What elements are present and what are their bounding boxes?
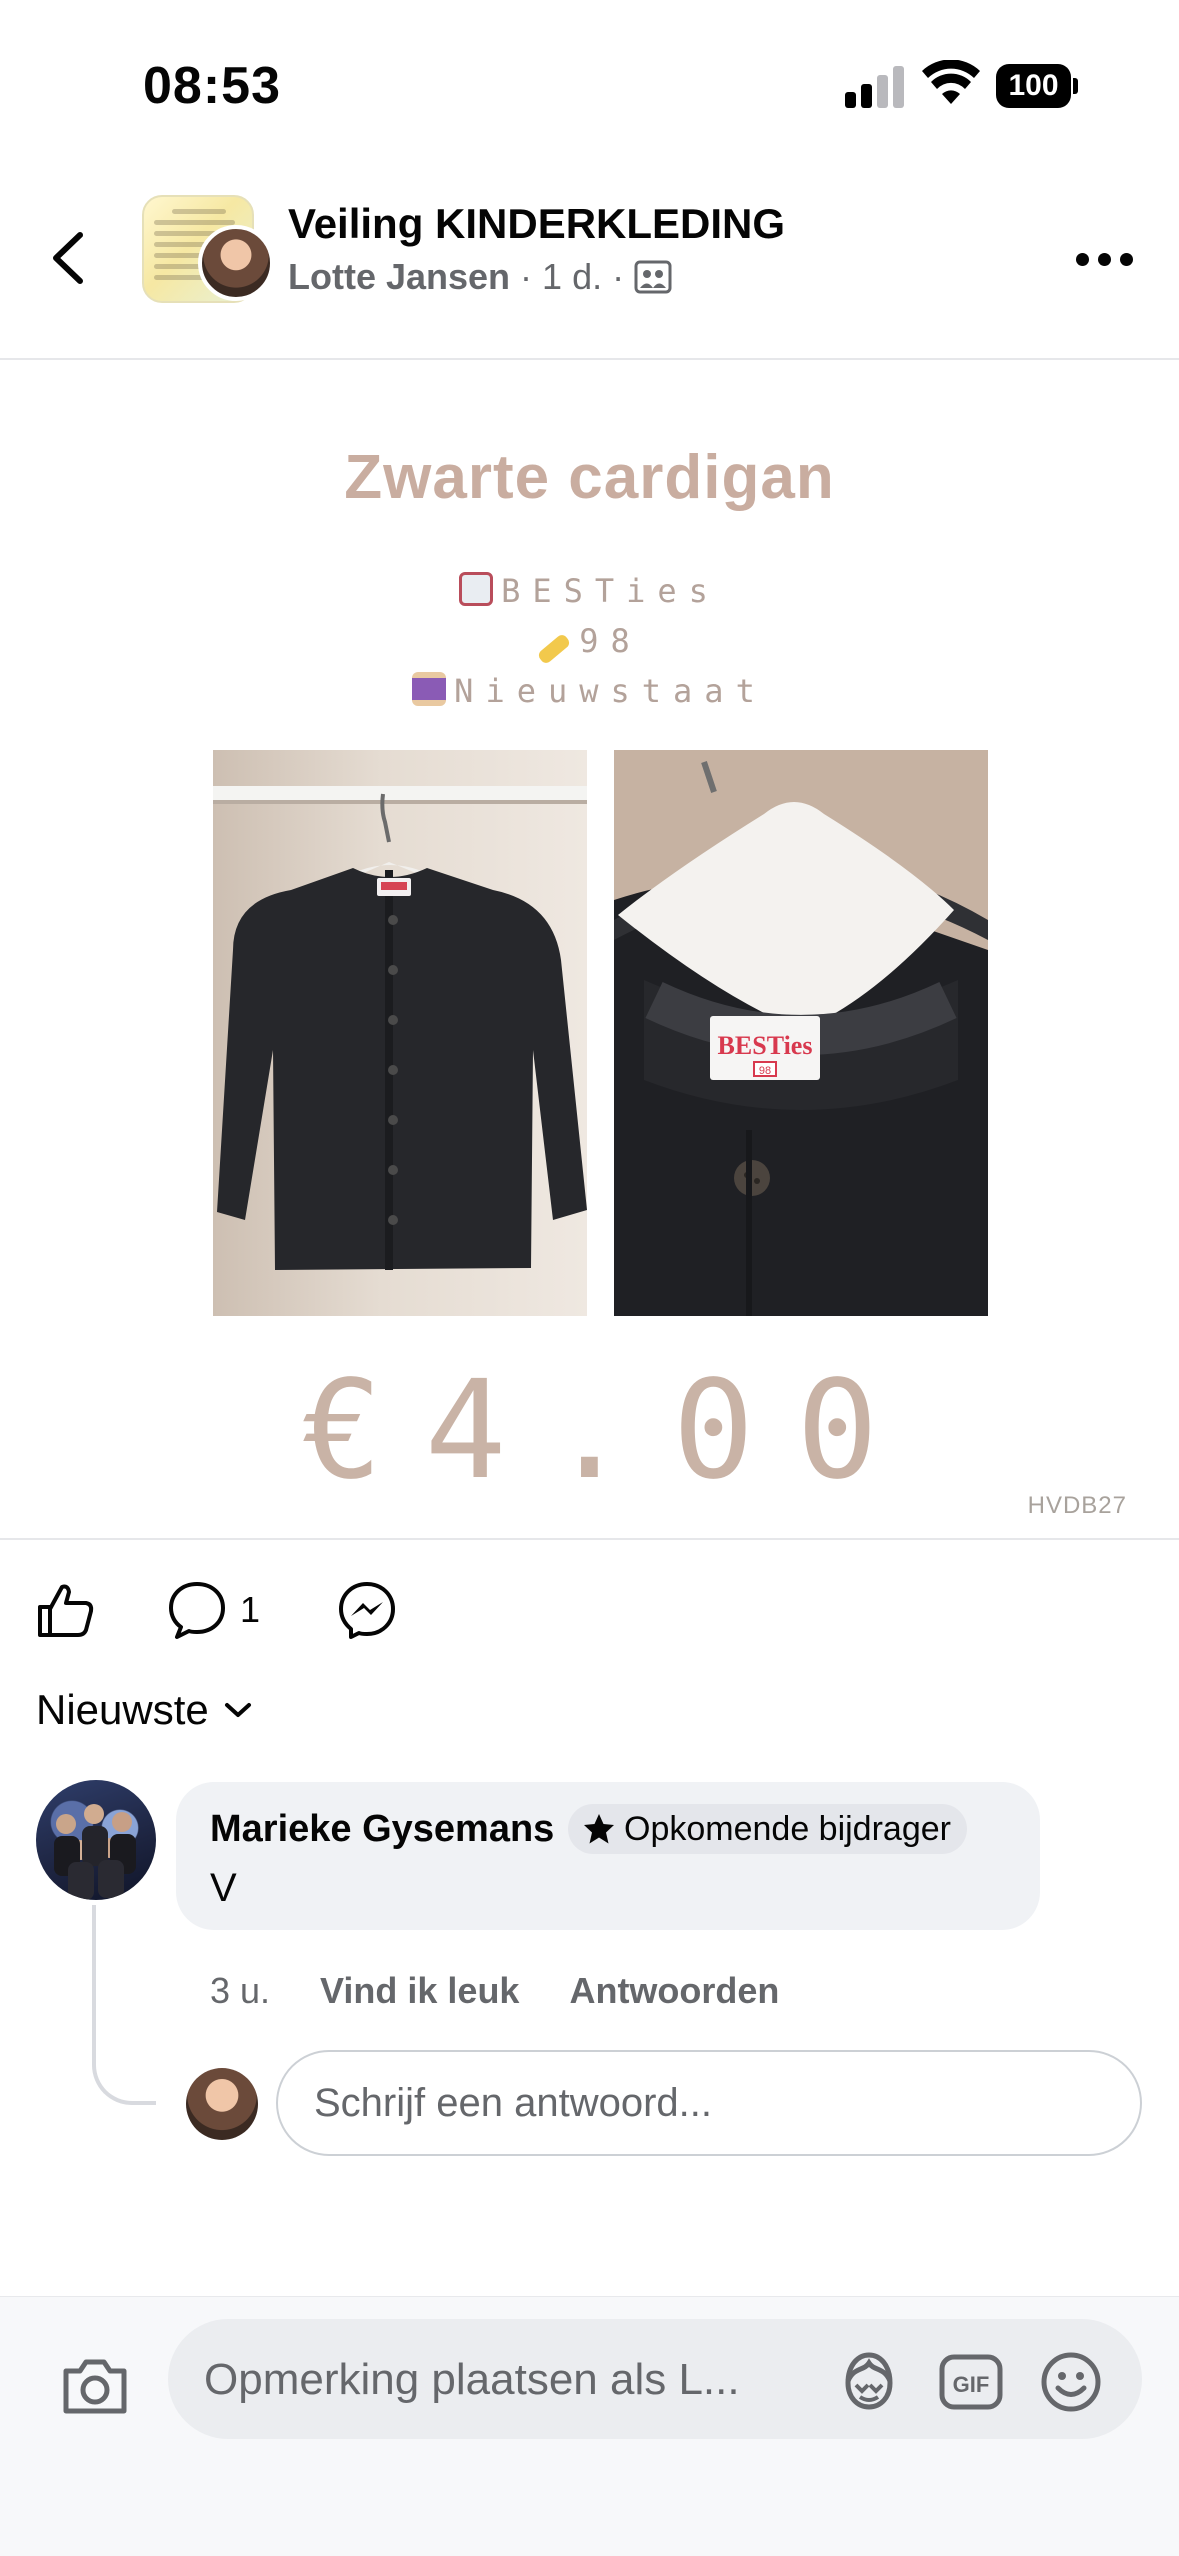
chevron-down-icon xyxy=(224,1703,251,1717)
size-line: 98 xyxy=(0,622,1179,666)
cardigan-label-photo: BESTies 98 xyxy=(614,750,988,1316)
comment-icon xyxy=(169,1582,225,1639)
comment-count: 1 xyxy=(240,1589,261,1630)
like-button[interactable] xyxy=(34,1578,96,1642)
post-image[interactable]: Zwarte cardigan BESTies 98 Nieuwstaat BE… xyxy=(0,362,1179,1538)
svg-text:GIF: GIF xyxy=(953,2372,990,2397)
gif-icon[interactable]: GIF xyxy=(936,2347,1006,2417)
product-title: Zwarte cardigan xyxy=(344,443,835,512)
back-arrow-icon[interactable] xyxy=(40,223,100,293)
star-icon xyxy=(584,1814,614,1844)
meta-separator: · xyxy=(520,256,533,297)
wifi-icon xyxy=(922,60,980,104)
camera-icon[interactable] xyxy=(58,2349,132,2423)
post-meta: Lotte Jansen · 1 d. · xyxy=(288,256,672,298)
brand-text: BESTies xyxy=(501,572,720,610)
status-bar: 08:53 100 xyxy=(0,0,1179,160)
meta-separator: · xyxy=(612,256,625,297)
size-text: 98 xyxy=(579,622,642,660)
like-icon xyxy=(38,1584,94,1637)
emoji-icon[interactable] xyxy=(1036,2347,1106,2417)
author-name[interactable]: Lotte Jansen xyxy=(288,256,510,298)
comment-meta: 3 u. Vind ik leuk Antwoorden xyxy=(210,1970,779,2012)
price: €4.00 xyxy=(300,1352,921,1510)
battery-level: 100 xyxy=(996,64,1071,108)
condition-line: Nieuwstaat xyxy=(0,672,1179,710)
contributor-badge[interactable]: Opkomende bijdrager xyxy=(568,1804,967,1854)
comment-sort-dropdown[interactable]: Nieuwste xyxy=(36,1686,253,1734)
comment-button[interactable]: 1 xyxy=(166,1578,260,1642)
comment-composer: Opmerking plaatsen als L... GIF xyxy=(0,2296,1179,2556)
messenger-icon xyxy=(339,1582,395,1639)
comment-time[interactable]: 3 u. xyxy=(210,1970,270,2012)
my-avatar xyxy=(186,2068,258,2140)
watermark: HVDB27 xyxy=(1027,1492,1127,1519)
comment-input-placeholder: Opmerking plaatsen als L... xyxy=(204,2355,740,2404)
post-header: Veiling KINDERKLEDING Lotte Jansen · 1 d… xyxy=(0,160,1179,360)
author-avatar[interactable] xyxy=(198,225,274,301)
comment-text: V xyxy=(210,1866,237,1910)
thread-spool-icon xyxy=(412,672,447,706)
label-brand-text: BESTies xyxy=(718,1031,813,1060)
label-size-text: 98 xyxy=(759,1065,771,1077)
like-comment-button[interactable]: Vind ik leuk xyxy=(320,1970,519,2012)
battery-icon: 100 xyxy=(996,64,1078,108)
more-icon[interactable] xyxy=(1074,250,1136,270)
reply-thread-line xyxy=(92,1905,156,2105)
comment-bubble[interactable]: Marieke Gysemans Opkomende bijdrager V xyxy=(176,1782,1040,1930)
commenter-avatar[interactable] xyxy=(36,1780,156,1900)
group-title[interactable]: Veiling KINDERKLEDING xyxy=(288,200,785,248)
post-age[interactable]: 1 d. xyxy=(542,256,602,298)
cardigan-front-photo xyxy=(213,750,587,1316)
reply-button[interactable]: Antwoorden xyxy=(569,1970,779,2012)
reply-input[interactable] xyxy=(276,2050,1142,2156)
comment-input[interactable]: Opmerking plaatsen als L... GIF xyxy=(168,2319,1142,2439)
sort-label: Nieuwste xyxy=(36,1686,209,1733)
messenger-share-button[interactable] xyxy=(336,1578,398,1642)
cellular-signal-icon xyxy=(845,66,905,108)
book-icon xyxy=(459,572,494,606)
ruler-icon xyxy=(536,632,572,666)
condition-text: Nieuwstaat xyxy=(454,672,767,710)
badge-label: Opkomende bijdrager xyxy=(624,1809,951,1848)
avatar-sticker-icon[interactable] xyxy=(834,2347,904,2417)
status-time: 08:53 xyxy=(143,57,281,115)
commenter-name[interactable]: Marieke Gysemans xyxy=(210,1808,554,1851)
group-icon xyxy=(634,260,672,294)
post-actions: 1 xyxy=(0,1538,1179,1678)
brand-line: BESTies xyxy=(0,572,1179,610)
